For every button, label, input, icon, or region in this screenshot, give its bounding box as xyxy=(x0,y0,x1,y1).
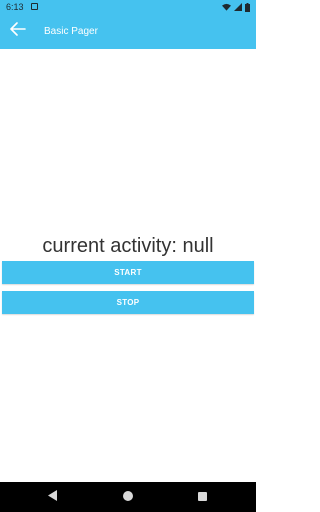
notification-icon xyxy=(31,3,38,10)
start-button[interactable]: START xyxy=(2,261,254,284)
nav-home-icon xyxy=(123,488,133,506)
status-time: 6:13 xyxy=(6,2,24,12)
back-button[interactable] xyxy=(6,19,30,43)
main-content: current activity: null START STOP xyxy=(0,49,256,482)
activity-status-text: current activity: null xyxy=(42,235,214,257)
nav-recent-icon xyxy=(197,488,207,506)
stop-button[interactable]: STOP xyxy=(2,291,254,314)
nav-back-button[interactable] xyxy=(46,490,60,504)
status-icons xyxy=(222,2,250,12)
app-bar: Basic Pager xyxy=(0,14,256,49)
status-bar: 6:13 xyxy=(0,0,256,14)
nav-home-button[interactable] xyxy=(121,490,135,504)
nav-back-icon xyxy=(48,488,58,506)
signal-icon xyxy=(234,3,242,11)
battery-icon xyxy=(245,2,250,12)
wifi-icon xyxy=(222,3,231,11)
page-title: Basic Pager xyxy=(44,26,98,37)
back-arrow-icon xyxy=(10,21,26,41)
nav-recent-button[interactable] xyxy=(195,490,209,504)
navigation-bar xyxy=(0,482,256,512)
